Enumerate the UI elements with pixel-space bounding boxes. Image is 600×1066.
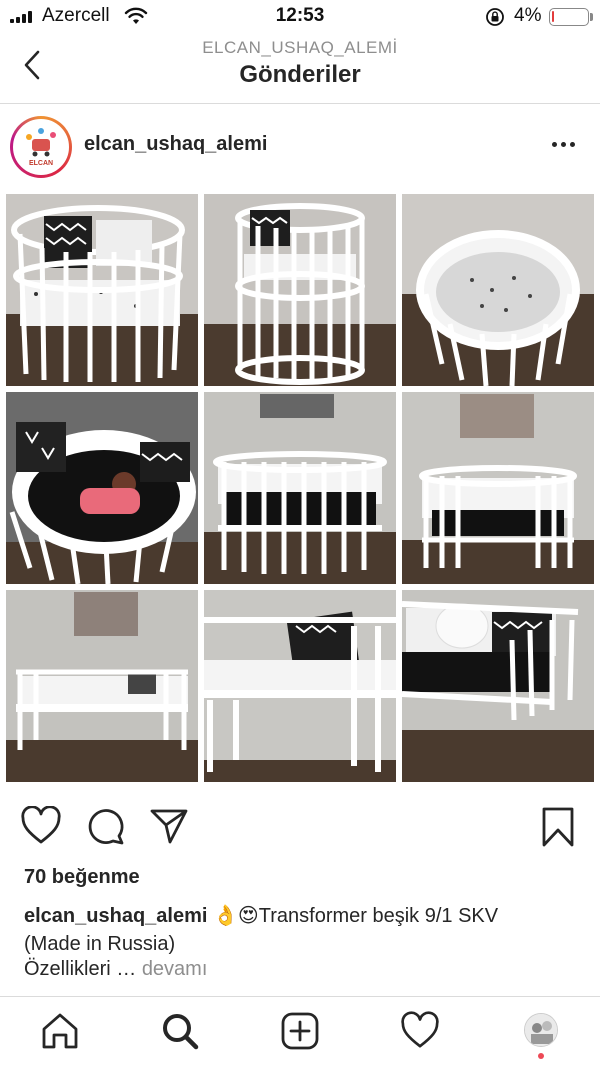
share-icon[interactable] [148, 806, 190, 846]
avatar-logo: ELCAN [13, 119, 69, 175]
post-header: ELCAN elcan_ushaq_alemi [0, 104, 600, 188]
caption-username[interactable]: elcan_ushaq_alemi [24, 905, 207, 927]
avatar-logo-text: ELCAN [29, 160, 53, 167]
post-actions [0, 800, 600, 856]
oval-crib-front-photo [204, 392, 396, 584]
status-bar: Azercell 12:53 4% [0, 0, 600, 34]
rotation-lock-icon [486, 8, 504, 26]
junior-bed-photo [204, 590, 396, 782]
oval-crib-with-baby-photo [6, 392, 198, 584]
avatar[interactable]: ELCAN [10, 116, 72, 178]
battery-icon [549, 8, 589, 26]
round-crib-top-photo [402, 194, 594, 386]
caption-more-text: Özellikleri … [24, 958, 137, 980]
round-crib-side-photo [204, 194, 396, 386]
likes-count[interactable]: 70 beğenme [24, 866, 140, 889]
bookmark-icon[interactable] [540, 806, 576, 848]
caption-text: Transformer beşik 9/1 SKV [258, 905, 499, 927]
comment-icon[interactable] [86, 806, 126, 846]
caption-line-2: (Made in Russia) [24, 933, 176, 955]
home-icon[interactable] [40, 1011, 80, 1051]
more-horizontal-icon[interactable] [552, 142, 575, 147]
read-more-link[interactable]: devamı [142, 958, 208, 980]
sofa-bed-photo [6, 590, 198, 782]
caption-emojis: 👌😍 [213, 905, 259, 927]
nav-header: ELCAN_USHAQ_ALEMİ Gönderiler [0, 34, 600, 104]
caption-more: Özellikleri … devamı [24, 958, 207, 981]
battery-fill [552, 11, 554, 22]
battery-cap [590, 13, 593, 21]
post-caption: elcan_ushaq_alemi 👌😍Transformer beşik 9/… [24, 902, 584, 958]
tab-bar [0, 996, 600, 1066]
search-icon[interactable] [160, 1011, 200, 1051]
post-username[interactable]: elcan_ushaq_alemi [84, 133, 267, 156]
nav-subtitle: ELCAN_USHAQ_ALEMİ [202, 38, 398, 57]
oval-crib-bumpers-photo [402, 392, 594, 584]
clock: 12:53 [275, 5, 325, 26]
profile-avatar-icon[interactable] [524, 1013, 558, 1047]
activity-heart-icon[interactable] [400, 1011, 440, 1051]
add-post-icon[interactable] [280, 1011, 320, 1051]
heart-icon[interactable] [20, 806, 62, 846]
battery-percent: 4% [514, 5, 542, 26]
round-crib-front-photo [6, 194, 198, 386]
page-title: Gönderiler [239, 61, 361, 88]
notification-dot [538, 1053, 544, 1059]
post-image[interactable] [0, 188, 600, 786]
bed-with-pillow-photo [402, 590, 594, 782]
